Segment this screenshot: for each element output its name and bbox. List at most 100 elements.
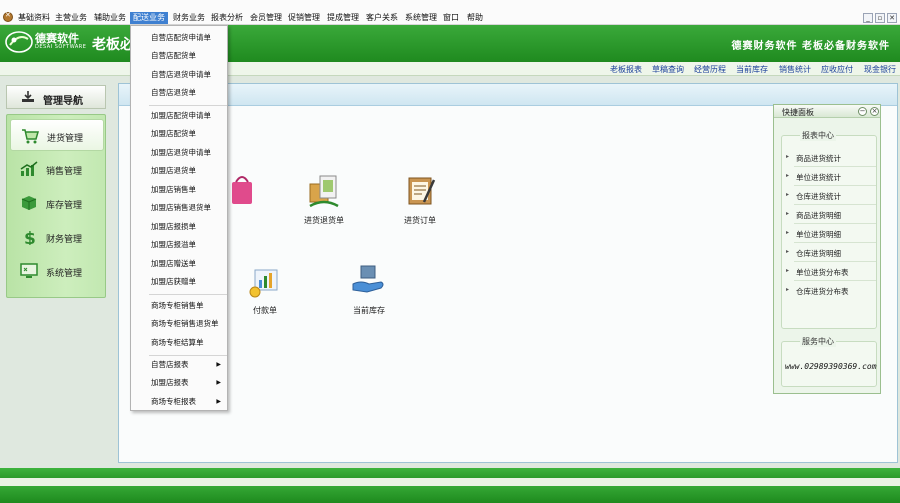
dd-counter-settlement[interactable]: 商场专柜结算单 [131, 334, 227, 351]
dd-self-store-return[interactable]: 自营店退货单 [131, 84, 227, 101]
nav-label-system: 系统管理 [46, 269, 83, 279]
link-current-stock[interactable]: 当前库存 [736, 64, 768, 75]
link-warehouse-purchase-distribution[interactable]: 仓库进货分布表 [786, 286, 848, 297]
link-unit-purchase-stats[interactable]: 单位进货统计 [786, 172, 841, 183]
restore-button[interactable]: ▫ [875, 13, 885, 23]
link-cash-bank[interactable]: 现金银行 [864, 64, 896, 75]
brand-name-en: DESAI SOFTWARE [35, 44, 87, 50]
dd-franchise-reports-label: 加盟店报表 [151, 378, 189, 387]
dd-franchise-delivery-request[interactable]: 加盟店配货申请单 [131, 107, 227, 124]
link-product-purchase-detail[interactable]: 商品进货明细 [786, 210, 841, 221]
order-form-icon [408, 177, 436, 205]
menu-promotion-management[interactable]: 促销管理 [285, 12, 323, 24]
dd-self-store-reports[interactable]: 自营店报表 ▶ [131, 356, 227, 373]
report-center-group: 报表中心 商品进货统计 单位进货统计 仓库进货统计 商品进货明细 单位进货明细 … [781, 130, 877, 329]
menu-commission-management[interactable]: 提成管理 [324, 12, 362, 24]
dd-franchise-received-gift[interactable]: 加盟店获赠单 [131, 273, 227, 290]
dd-self-store-delivery-request[interactable]: 自营店配货申请单 [131, 29, 227, 46]
tile-purchase-return[interactable]: 进货退货单 [289, 172, 359, 232]
nav-label-sales: 销售管理 [46, 167, 83, 177]
dd-franchise-return-request[interactable]: 加盟店退货申请单 [131, 144, 227, 161]
app-icon[interactable] [3, 11, 13, 22]
nav-item-purchase[interactable]: 进货管理 [10, 119, 104, 151]
tile-label-purchase-return: 进货退货单 [304, 216, 344, 225]
panel-close-icon[interactable]: × [870, 107, 879, 116]
menu-aux-business[interactable]: 辅助业务 [91, 12, 129, 24]
menu-customer-relations[interactable]: 客户关系 [363, 12, 401, 24]
nav-label-purchase: 进货管理 [47, 134, 84, 144]
menu-basic-data[interactable]: 基础资料 [15, 12, 53, 24]
menu-report-analysis[interactable]: 报表分析 [208, 12, 246, 24]
submenu-arrow-icon: ▶ [216, 361, 221, 368]
link-sales-stats[interactable]: 销售统计 [779, 64, 811, 75]
menu-main-business[interactable]: 主营业务 [52, 12, 90, 24]
menu-help[interactable]: 帮助 [464, 12, 486, 24]
tile-current-stock[interactable]: 当前库存 [334, 262, 404, 322]
monitor-icon [20, 263, 38, 278]
dd-counter-reports-label: 商场专柜报表 [151, 397, 196, 406]
menu-system-management[interactable]: 系统管理 [402, 12, 440, 24]
dd-self-store-delivery[interactable]: 自营店配货单 [131, 47, 227, 64]
menu-finance-business[interactable]: 财务业务 [170, 12, 208, 24]
goods-return-icon [309, 175, 339, 208]
tile-payment[interactable]: 付款单 [230, 262, 300, 322]
dd-counter-sales[interactable]: 商场专柜销售单 [131, 297, 227, 314]
nav-header[interactable]: 管理导航 [6, 85, 106, 109]
banner-tagline: 德赛财务软件 老板必备财务软件 [731, 41, 890, 52]
cart-icon [22, 129, 39, 144]
bag-icon [232, 176, 252, 204]
link-business-history[interactable]: 经营历程 [694, 64, 726, 75]
submenu-arrow-icon: ▶ [216, 379, 221, 386]
menu-separator [149, 294, 227, 295]
link-warehouse-purchase-stats[interactable]: 仓库进货统计 [786, 191, 841, 202]
quick-panel-header: 快捷面板 − × [774, 105, 880, 118]
quick-panel-title: 快捷面板 [782, 108, 814, 117]
svg-text:$: $ [24, 229, 36, 245]
link-boss-report[interactable]: 老板报表 [610, 64, 642, 75]
dd-self-store-reports-label: 自营店报表 [151, 360, 189, 369]
dd-franchise-sales-return[interactable]: 加盟店销售退货单 [131, 199, 227, 216]
tile-label-current-stock: 当前库存 [353, 306, 385, 315]
brand-logo [4, 29, 34, 55]
nav-label-inventory: 库存管理 [46, 201, 83, 211]
tile-purchase-order[interactable]: 进货订单 [385, 172, 455, 232]
tile-label-purchase-order: 进货订单 [404, 216, 436, 225]
link-unit-purchase-detail[interactable]: 单位进货明细 [786, 229, 841, 240]
dd-franchise-sales[interactable]: 加盟店销售单 [131, 181, 227, 198]
menu-window[interactable]: 窗口 [440, 12, 462, 24]
dd-franchise-overflow[interactable]: 加盟店报溢单 [131, 236, 227, 253]
close-button[interactable]: ✕ [887, 13, 897, 23]
brand-slogan: 老板必 [92, 37, 134, 53]
dd-counter-reports[interactable]: 商场专柜报表 ▶ [131, 393, 227, 410]
status-bar-middle [0, 478, 900, 486]
menu-delivery-business[interactable]: 配送业务 [130, 12, 168, 24]
menu-bar: 基础资料 主营业务 辅助业务 配送业务 财务业务 报表分析 会员管理 促销管理 … [0, 0, 900, 25]
workspace-header [119, 84, 897, 106]
nav-item-system[interactable]: 系统管理 [10, 255, 104, 287]
submenu-arrow-icon: ▶ [216, 398, 221, 405]
dd-franchise-delivery[interactable]: 加盟店配货单 [131, 125, 227, 142]
chart-up-icon [20, 161, 38, 176]
status-bar-top [0, 468, 900, 478]
status-bar-bottom [0, 486, 900, 503]
stock-hand-icon [352, 265, 384, 293]
link-receivable-payable[interactable]: 应收应付 [821, 64, 853, 75]
minimize-button[interactable]: _ [863, 13, 873, 23]
menu-member-management[interactable]: 会员管理 [247, 12, 285, 24]
link-unit-purchase-distribution[interactable]: 单位进货分布表 [786, 267, 848, 278]
panel-minimize-icon[interactable]: − [858, 107, 867, 116]
dd-franchise-reports[interactable]: 加盟店报表 ▶ [131, 374, 227, 391]
nav-item-inventory[interactable]: 库存管理 [10, 187, 104, 219]
dd-counter-sales-return[interactable]: 商场专柜销售退货单 [131, 315, 227, 332]
link-warehouse-purchase-detail[interactable]: 仓库进货明细 [786, 248, 841, 259]
dd-self-store-return-request[interactable]: 自营店退货申请单 [131, 66, 227, 83]
menu-separator [149, 105, 227, 106]
nav-item-finance[interactable]: $ 财务管理 [10, 221, 104, 253]
link-draft-query[interactable]: 草稿查询 [652, 64, 684, 75]
dd-franchise-gift[interactable]: 加盟店赠送单 [131, 255, 227, 272]
dd-franchise-return[interactable]: 加盟店退货单 [131, 162, 227, 179]
download-icon [22, 91, 34, 102]
link-product-purchase-stats[interactable]: 商品进货统计 [786, 153, 841, 164]
dd-franchise-loss[interactable]: 加盟店报损单 [131, 218, 227, 235]
nav-item-sales[interactable]: 销售管理 [10, 153, 104, 185]
